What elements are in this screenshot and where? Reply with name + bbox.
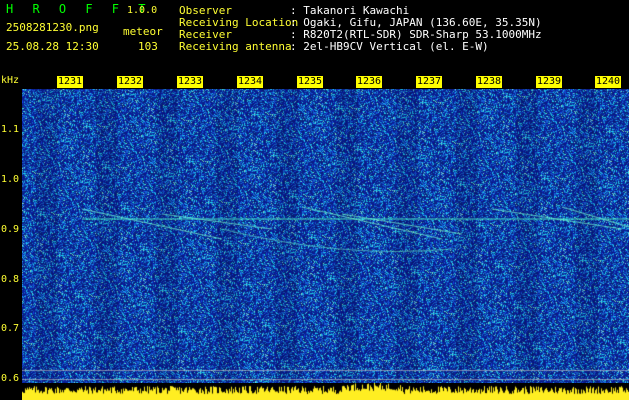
axis-unit-label: kHz: [1, 75, 20, 86]
time-tick-label: 1239: [536, 76, 563, 88]
antenna-label: Receiving antenna: [179, 40, 292, 53]
time-tick-label: 1237: [416, 76, 443, 88]
y-tick-label: 0.7: [1, 323, 20, 334]
y-tick-label: 0.6: [1, 373, 20, 384]
app-version: 1.0.0: [127, 5, 158, 16]
y-tick-label: 1.0: [1, 174, 20, 185]
y-tick-label: 0.9: [1, 224, 20, 235]
mode-label: meteor: [123, 25, 163, 38]
y-tick-label: 0.8: [1, 274, 20, 285]
time-tick-label: 1236: [356, 76, 383, 88]
signal-level-bar: [22, 383, 629, 400]
time-tick-label: 1233: [177, 76, 204, 88]
filename: 2508281230.png: [6, 21, 99, 34]
spectrogram: [22, 89, 629, 383]
header-panel: H R O F F T 1.0.0 2508281230.png meteor …: [0, 0, 629, 76]
time-tick-label: 1234: [237, 76, 264, 88]
frequency-axis: kHz 1.1 1.0 0.9 0.8 0.7 0.6: [0, 76, 22, 400]
time-tick-label: 1240: [595, 76, 622, 88]
time-ruler: 1231 1232 1233 1234 1235 1236 1237 1238 …: [22, 76, 629, 89]
time-tick-label: 1231: [57, 76, 84, 88]
time-tick-label: 1232: [117, 76, 144, 88]
time-tick-label: 1238: [476, 76, 503, 88]
antenna-value: : 2el-HB9CV Vertical (el. E-W): [290, 40, 489, 53]
y-tick-label: 1.1: [1, 124, 20, 135]
datetime: 25.08.28 12:30: [6, 40, 99, 53]
time-tick-label: 1235: [297, 76, 324, 88]
event-count: 103: [138, 40, 158, 53]
